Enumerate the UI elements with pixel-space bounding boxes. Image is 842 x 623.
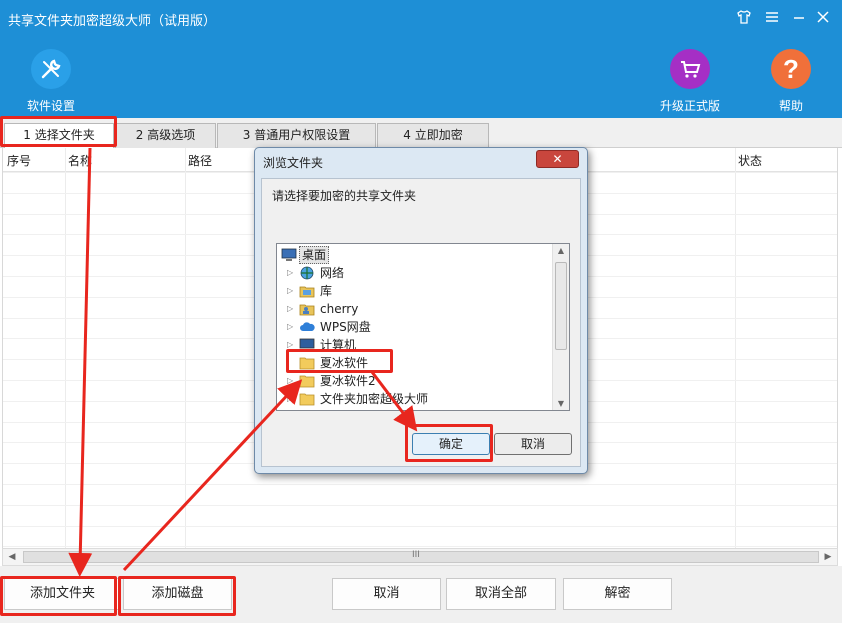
dialog-cancel-button[interactable]: 取消 — [494, 433, 572, 455]
network-icon — [299, 266, 315, 280]
column-header-index[interactable]: 序号 — [7, 152, 31, 169]
annotation-box-selected-folder — [286, 349, 393, 373]
close-icon: ✕ — [552, 152, 563, 166]
tree-item-label: 夏冰软件2 — [320, 374, 376, 388]
help-button[interactable]: ? 帮助 — [766, 49, 816, 114]
header-bar: 共享文件夹加密超级大师（试用版） 软件设置 升级正式版 ? 帮助 — [0, 0, 842, 118]
decrypt-button[interactable]: 解密 — [563, 578, 672, 610]
library-icon — [299, 284, 315, 298]
scrollbar-thumb[interactable]: III — [23, 550, 819, 563]
dialog-prompt: 请选择要加密的共享文件夹 — [272, 189, 417, 203]
minimize-icon[interactable] — [789, 9, 809, 29]
tree-item-label: 桌面 — [299, 246, 330, 264]
column-header-path[interactable]: 路径 — [188, 152, 212, 169]
tab-encrypt-now[interactable]: 4 立即加密 — [377, 123, 489, 148]
tree-item-folder-encrypt-master[interactable]: ▷ 文件夹加密超级大师 — [287, 390, 537, 408]
tab-user-permissions[interactable]: 3 普通用户权限设置 — [217, 123, 376, 148]
skin-icon[interactable] — [734, 9, 754, 29]
tree-item-wps-cloud[interactable]: ▷ WPS网盘 — [287, 318, 537, 336]
tab-bar: 1 选择文件夹 2 高级选项 3 普通用户权限设置 4 立即加密 — [0, 118, 842, 148]
settings-label: 软件设置 — [26, 99, 75, 113]
folder-tree[interactable]: 桌面 ▷ 网络 ▷ 库 ▷ cherry ▷ WPS网盘 ▷ 计算机 夏冰软件 … — [276, 243, 570, 411]
column-header-name[interactable]: 名称 — [68, 152, 92, 169]
tab-advanced-options[interactable]: 2 高级选项 — [115, 123, 216, 148]
horizontal-scrollbar[interactable]: ◀ III ▶ — [2, 548, 838, 566]
cart-icon — [670, 49, 710, 89]
help-label: 帮助 — [778, 99, 803, 113]
tree-item-label: 网络 — [320, 266, 345, 280]
row-divider — [3, 504, 837, 506]
annotation-box-ok-button — [405, 424, 493, 462]
expand-arrow-icon[interactable]: ▷ — [287, 282, 297, 300]
scroll-down-icon[interactable]: ▼ — [553, 399, 569, 408]
tree-item-label: WPS网盘 — [320, 320, 371, 334]
user-folder-icon — [299, 302, 315, 316]
window-title: 共享文件夹加密超级大师（试用版） — [8, 14, 217, 29]
upgrade-button[interactable]: 升级正式版 — [650, 49, 730, 114]
settings-button[interactable]: 软件设置 — [18, 49, 84, 114]
upgrade-label: 升级正式版 — [659, 99, 720, 113]
folder-icon — [299, 374, 315, 388]
row-divider — [3, 484, 837, 485]
menu-icon[interactable] — [762, 9, 782, 29]
tree-item-label: 文件夹加密超级大师 — [320, 392, 429, 406]
scroll-right-icon[interactable]: ▶ — [821, 550, 835, 564]
expand-arrow-icon[interactable]: ▷ — [287, 300, 297, 318]
column-divider — [185, 148, 186, 548]
question-icon: ? — [771, 49, 811, 89]
column-divider — [735, 148, 736, 548]
close-icon[interactable] — [813, 9, 833, 29]
tree-item-library[interactable]: ▷ 库 — [287, 282, 537, 300]
tree-item-label: cherry — [320, 302, 359, 316]
wrench-icon — [31, 49, 71, 89]
tree-vertical-scrollbar[interactable]: ▲ ▼ — [552, 244, 569, 410]
tree-item-network[interactable]: ▷ 网络 — [287, 264, 537, 282]
annotation-box-add-folder — [0, 576, 117, 616]
folder-icon — [299, 392, 315, 406]
scroll-left-icon[interactable]: ◀ — [5, 550, 19, 564]
scrollbar-grip: III — [412, 550, 420, 560]
tree-item-xiabing-software-2[interactable]: ▷ 夏冰软件2 — [287, 372, 537, 390]
column-header-status[interactable]: 状态 — [738, 152, 762, 169]
column-divider — [65, 148, 66, 548]
scroll-up-icon[interactable]: ▲ — [553, 246, 569, 255]
expand-arrow-icon[interactable]: ▷ — [287, 390, 297, 408]
tree-scrollbar-thumb[interactable] — [555, 262, 567, 350]
annotation-box-tab — [0, 116, 117, 147]
tree-item-cherry[interactable]: ▷ cherry — [287, 300, 537, 318]
cloud-icon — [299, 320, 315, 334]
row-divider — [3, 525, 837, 527]
tree-item-desktop[interactable]: 桌面 — [279, 246, 539, 264]
expand-arrow-icon[interactable]: ▷ — [287, 318, 297, 336]
cancel-all-button[interactable]: 取消全部 — [446, 578, 556, 610]
cancel-button[interactable]: 取消 — [332, 578, 441, 610]
dialog-close-button[interactable]: ✕ — [536, 150, 579, 168]
tree-item-label: 库 — [320, 284, 333, 298]
annotation-box-add-disk — [118, 576, 236, 616]
expand-arrow-icon[interactable]: ▷ — [287, 372, 297, 390]
desktop-icon — [281, 248, 297, 262]
dialog-title: 浏览文件夹 — [263, 156, 324, 170]
expand-arrow-icon[interactable]: ▷ — [287, 264, 297, 282]
